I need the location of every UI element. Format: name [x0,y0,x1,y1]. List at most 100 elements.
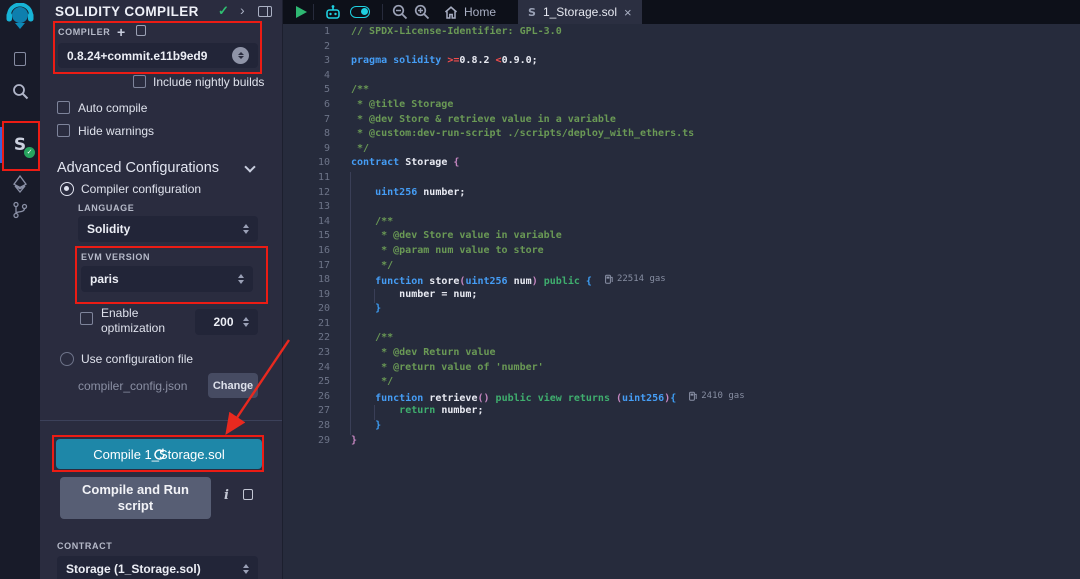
indent-guide [350,274,351,289]
code-line[interactable]: 25 */ [283,376,1080,391]
code-line[interactable]: 16 * @param num value to store [283,245,1080,260]
code-line[interactable]: 20 } [283,303,1080,318]
line-number: 27 [283,405,330,420]
version-stepper-icon[interactable] [232,47,249,64]
indent-guide [350,216,351,231]
contract-stepper-icon [243,564,249,574]
indent-guide [350,318,351,333]
home-icon [444,6,458,19]
code-line[interactable]: 13 [283,201,1080,216]
enable-optimization-label: Enable optimization [101,306,186,336]
code-line[interactable]: 6 * @title Storage [283,99,1080,114]
code-line[interactable]: 3pragma solidity >=0.8.2 <0.9.0; [283,55,1080,70]
zoom-out-icon[interactable] [392,4,408,20]
indent-guide [350,230,351,245]
solidity-compiler-panel: SOLIDITY COMPILER ✓ › COMPILER + 0.8.24+… [40,0,283,579]
sidebar-item-solidity-compiler[interactable]: S ✓ [0,129,40,161]
code-line[interactable]: 10contract Storage { [283,157,1080,172]
code-line[interactable]: 26 function retrieve() public view retur… [283,391,1080,406]
language-label: LANGUAGE [78,203,134,213]
code-line[interactable]: 4 [283,70,1080,85]
code-editor[interactable]: 1// SPDX-License-Identifier: GPL-3.023pr… [283,24,1080,579]
sidebar-item-git[interactable] [0,200,40,220]
language-select[interactable]: Solidity [78,216,258,242]
close-tab-icon[interactable]: × [624,5,632,20]
code-line[interactable]: 29} [283,435,1080,450]
indent-guide [350,362,351,377]
tab-home[interactable]: Home [444,5,496,19]
chevron-down-icon[interactable] [244,161,255,172]
enable-optimization-checkbox[interactable] [80,312,93,325]
code-line[interactable]: 15 * @dev Store value in variable [283,230,1080,245]
code-line[interactable]: 21 [283,318,1080,333]
runs-stepper-icon[interactable] [243,317,249,327]
optimization-runs-input[interactable]: 200 [195,309,258,335]
sidebar-item-file-explorer[interactable] [0,48,40,70]
code-line[interactable]: 19 number = num; [283,289,1080,304]
advanced-configurations-title[interactable]: Advanced Configurations [57,160,219,176]
gas-estimate-badge: 22514 gas [605,274,666,284]
indent-guide [374,289,375,304]
code-line[interactable]: 12 uint256 number; [283,187,1080,202]
code-line[interactable]: 11 [283,172,1080,187]
indent-guide [350,376,351,391]
sidebar-item-search[interactable] [0,81,40,101]
file-explorer-icon [14,52,26,66]
code-line[interactable]: 14 /** [283,216,1080,231]
compile-and-run-button[interactable]: Compile and Run script [60,477,211,519]
line-number: 21 [283,318,330,333]
copy-compiler-icon[interactable] [136,25,146,36]
compiler-version-value: 0.8.24+commit.e11b9ed9 [67,49,207,63]
tab-1-storage-sol[interactable]: S 1_Storage.sol × [518,0,642,24]
code-line[interactable]: 9 */ [283,143,1080,158]
change-config-button[interactable]: Change [208,373,258,398]
config-file-name: compiler_config.json [78,379,187,393]
line-number: 28 [283,420,330,435]
pin-panel-icon[interactable] [258,6,272,17]
code-line[interactable]: 27 return number; [283,405,1080,420]
collapse-panel-icon[interactable]: › [240,2,245,18]
line-number: 23 [283,347,330,362]
contract-value: Storage (1_Storage.sol) [66,562,201,576]
ai-assistant-icon[interactable] [324,5,342,20]
code-line[interactable]: 18 function store(uint256 num) public {2… [283,274,1080,289]
compiler-configuration-radio[interactable] [60,182,74,196]
compile-button[interactable]: Compile 1_Storage.sol [56,439,262,469]
code-line[interactable]: 2 [283,41,1080,56]
copy-script-icon[interactable] [243,489,253,500]
code-line[interactable]: 7 * @dev Store & retrieve value in a var… [283,114,1080,129]
info-icon[interactable]: i [224,488,229,503]
remix-logo[interactable] [0,3,40,29]
search-icon [12,83,29,100]
contract-select[interactable]: Storage (1_Storage.sol) [57,556,258,579]
code-line[interactable]: 22 /** [283,332,1080,347]
line-number: 4 [283,70,330,85]
run-script-button[interactable] [296,6,307,18]
zoom-in-icon[interactable] [414,4,430,20]
indent-guide [350,245,351,260]
code-line[interactable]: 28 } [283,420,1080,435]
use-configuration-file-radio[interactable] [60,352,74,366]
code-line[interactable]: 8 * @custom:dev-run-script ./scripts/dep… [283,128,1080,143]
line-number: 20 [283,303,330,318]
nightly-builds-checkbox[interactable] [133,75,146,88]
line-number: 11 [283,172,330,187]
line-number: 6 [283,99,330,114]
code-line[interactable]: 23 * @dev Return value [283,347,1080,362]
code-line[interactable]: 24 * @return value of 'number' [283,362,1080,377]
line-number: 14 [283,216,330,231]
evm-version-select[interactable]: paris [81,266,253,292]
code-line[interactable]: 1// SPDX-License-Identifier: GPL-3.0 [283,26,1080,41]
refresh-icon [153,448,166,461]
add-compiler-icon[interactable]: + [117,24,125,40]
code-line[interactable]: 17 */ [283,260,1080,275]
code-line[interactable]: 5/** [283,84,1080,99]
copilot-toggle[interactable] [350,6,370,18]
compiler-section-label: COMPILER [58,27,110,37]
hide-warnings-checkbox[interactable] [57,124,70,137]
sidebar-item-deploy-run[interactable] [0,175,40,193]
auto-compile-checkbox[interactable] [57,101,70,114]
indent-guide [350,332,351,347]
compiler-version-select[interactable]: 0.8.24+commit.e11b9ed9 [58,43,258,68]
code-lines: 1// SPDX-License-Identifier: GPL-3.023pr… [283,26,1080,449]
